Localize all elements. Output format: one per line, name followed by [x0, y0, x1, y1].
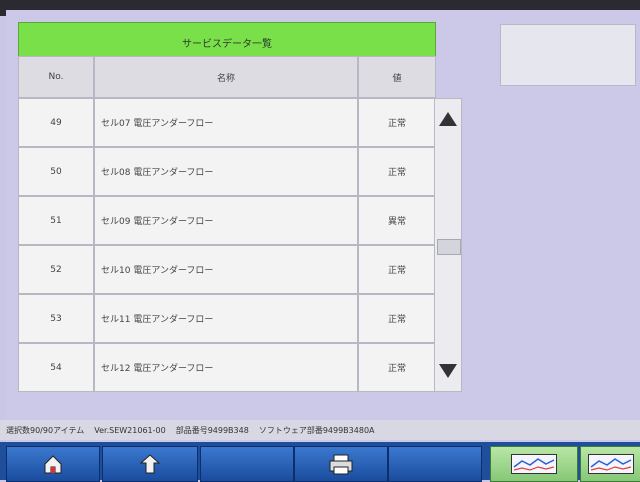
row-value: 正常 [358, 343, 436, 392]
header-name: 名称 [94, 56, 358, 98]
selection-count: 選択数90/90アイテム [6, 425, 85, 435]
triangle-down-icon [439, 364, 457, 378]
service-data-table: No. 名称 値 49 セル07 電圧アンダーフロー 正常 50 セル08 電圧… [18, 56, 436, 392]
software-number: ソフトウェア部番9499B3480A [258, 425, 375, 435]
row-value: 異常 [358, 196, 436, 245]
home-icon [44, 455, 62, 474]
header-value: 値 [358, 56, 436, 98]
row-name: セル11 電圧アンダーフロー [94, 294, 358, 343]
triangle-up-icon [439, 112, 457, 126]
empty-toolbar-button[interactable] [388, 446, 482, 482]
graph-lines [590, 458, 632, 471]
graph-view-button[interactable] [490, 446, 578, 482]
table-row[interactable]: 53 セル11 電圧アンダーフロー 正常 [18, 294, 436, 343]
graph-icon [588, 454, 634, 474]
table-row[interactable]: 49 セル07 電圧アンダーフロー 正常 [18, 98, 436, 147]
table-header-row: No. 名称 値 [18, 56, 436, 98]
row-name: セル08 電圧アンダーフロー [94, 147, 358, 196]
graph-view-button-2[interactable] [580, 446, 640, 482]
row-value: 正常 [358, 294, 436, 343]
printer-icon [329, 454, 353, 475]
part-number: 部品番号9499B348 [175, 425, 249, 435]
graph-icon [511, 454, 557, 474]
empty-toolbar-button[interactable] [200, 446, 294, 482]
table-row[interactable]: 54 セル12 電圧アンダーフロー 正常 [18, 343, 436, 392]
table-row[interactable]: 50 セル08 電圧アンダーフロー 正常 [18, 147, 436, 196]
back-button[interactable] [102, 446, 198, 482]
table-row[interactable]: 51 セル09 電圧アンダーフロー 異常 [18, 196, 436, 245]
bottom-toolbar [0, 442, 640, 482]
row-name: セル10 電圧アンダーフロー [94, 245, 358, 294]
row-no: 54 [18, 343, 94, 392]
version-text: Ver.SEW21061-00 [94, 425, 166, 435]
row-value: 正常 [358, 98, 436, 147]
table-title: サービスデータ一覧 [182, 38, 272, 50]
scroll-thumb[interactable] [437, 239, 461, 255]
row-name: セル09 電圧アンダーフロー [94, 196, 358, 245]
header-no: No. [18, 56, 94, 98]
row-value: 正常 [358, 245, 436, 294]
table-row[interactable]: 52 セル10 電圧アンダーフロー 正常 [18, 245, 436, 294]
graph-lines [513, 458, 555, 471]
status-bar: 選択数90/90アイテム Ver.SEW21061-00 部品番号9499B34… [0, 420, 640, 440]
print-button[interactable] [294, 446, 388, 482]
back-arrow-icon [139, 454, 161, 474]
row-name: セル07 電圧アンダーフロー [94, 98, 358, 147]
scroll-up-button[interactable] [435, 99, 461, 139]
table-scrollbar[interactable] [434, 98, 462, 392]
scroll-down-button[interactable] [435, 351, 461, 391]
row-no: 53 [18, 294, 94, 343]
row-no: 51 [18, 196, 94, 245]
row-no: 49 [18, 98, 94, 147]
row-no: 52 [18, 245, 94, 294]
home-button[interactable] [6, 446, 100, 482]
side-info-panel [500, 24, 636, 86]
row-name: セル12 電圧アンダーフロー [94, 343, 358, 392]
row-value: 正常 [358, 147, 436, 196]
row-no: 50 [18, 147, 94, 196]
